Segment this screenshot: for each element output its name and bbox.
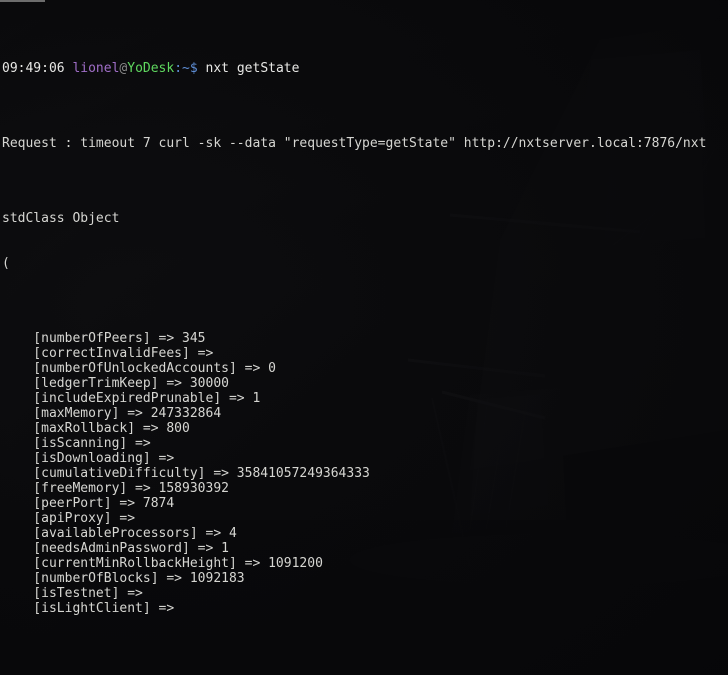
object-entry: [freeMemory] => 158930392	[2, 481, 229, 496]
object-entry: [maxMemory] => 247332864	[2, 406, 222, 421]
object-entry: [needsAdminPassword] => 1	[2, 541, 229, 556]
object-entry: [numberOfUnlockedAccounts] => 0	[2, 361, 276, 376]
object-header: stdClass Object	[2, 211, 120, 226]
object-entry: [numberOfPeers] => 345	[2, 331, 206, 346]
window-top-edge	[0, 0, 45, 2]
object-entry: [correctInvalidFees] =>	[2, 346, 214, 361]
object-entry: [maxRollback] => 800	[2, 421, 190, 436]
prompt-timestamp: 09:49:06	[2, 61, 65, 76]
object-entry: [isTestnet] =>	[2, 586, 143, 601]
object-entry: [ledgerTrimKeep] => 30000	[2, 376, 229, 391]
prompt-command: nxt getState	[205, 61, 300, 76]
terminal-window[interactable]: 09:49:06 lionel@YoDesk:~$ nxt getState R…	[0, 0, 728, 675]
object-entry: [apiProxy] =>	[2, 511, 136, 526]
request-line: Request : timeout 7 curl -sk --data "req…	[2, 136, 707, 151]
object-entry: [numberOfBlocks] => 1092183	[2, 571, 245, 586]
object-entry: [availableProcessors] => 4	[2, 526, 237, 541]
prompt-line: 09:49:06 lionel@YoDesk:~$ nxt getState	[2, 61, 728, 76]
object-entry: [isScanning] =>	[2, 436, 151, 451]
terminal-screen[interactable]: 09:49:06 lionel@YoDesk:~$ nxt getState R…	[0, 0, 728, 675]
prompt-hostname: YoDesk	[127, 61, 175, 76]
prompt-path: :~$	[174, 61, 198, 76]
object-open-paren: (	[2, 256, 10, 271]
object-entry: [isLightClient] =>	[2, 601, 175, 616]
object-entry: [includeExpiredPrunable] => 1	[2, 391, 261, 406]
object-entry: [peerPort] => 7874	[2, 496, 175, 511]
object-entry: [isDownloading] =>	[2, 451, 175, 466]
object-entry: [currentMinRollbackHeight] => 1091200	[2, 556, 323, 571]
prompt-username: lionel	[72, 61, 120, 76]
object-entry: [cumulativeDifficulty] => 35841057249364…	[2, 466, 370, 481]
prompt-gap	[198, 61, 206, 76]
entry-list-before-services: [numberOfPeers] => 345 [correctInvalidFe…	[2, 331, 728, 616]
